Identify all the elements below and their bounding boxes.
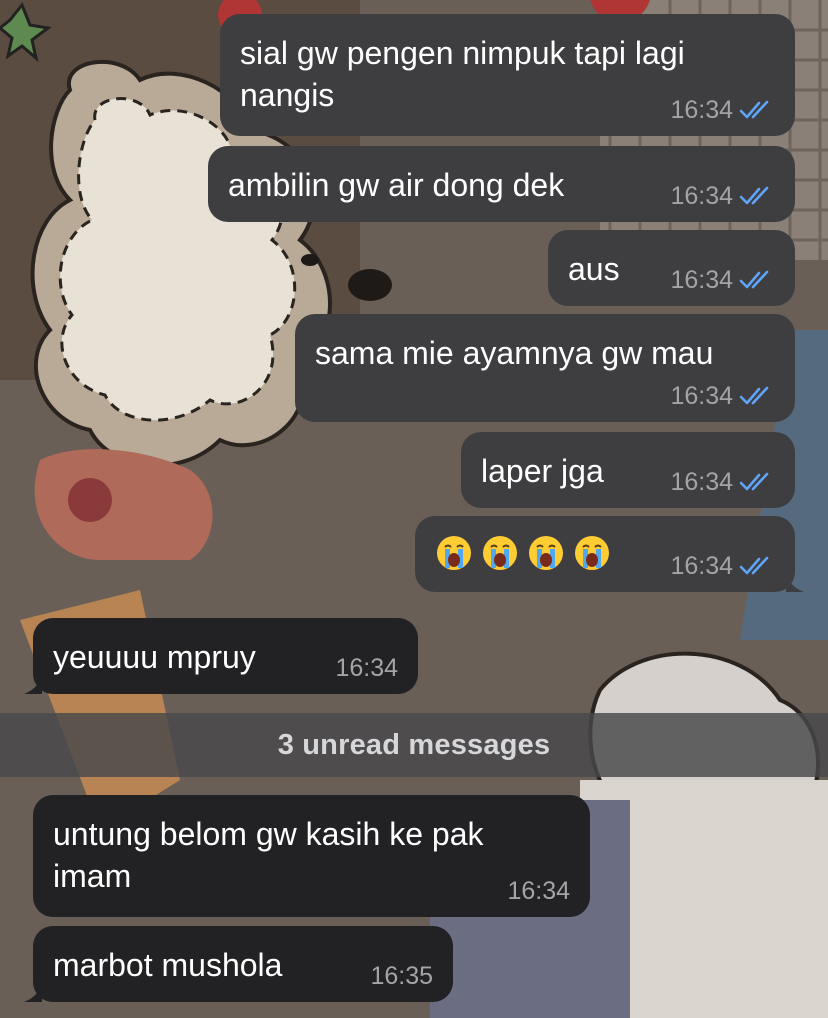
message-text-line: sama mie ayamnya gw mau	[315, 335, 714, 371]
message-text-line: imam	[53, 858, 132, 894]
bubble-tail	[24, 982, 42, 1002]
read-receipt-icon	[739, 472, 769, 491]
read-receipt-icon	[739, 386, 769, 405]
unread-messages-banner: 3 unread messages	[0, 713, 828, 777]
message-meta: 16:34	[507, 877, 570, 905]
outgoing-message[interactable]: ambilin gw air dong dek 16:34	[208, 146, 795, 222]
outgoing-emoji-message[interactable]: 16:34	[415, 516, 804, 592]
message-meta: 16:34	[670, 552, 775, 580]
crying-face-icon	[483, 536, 517, 570]
incoming-message[interactable]: yeuuuu mpruy 16:34	[24, 618, 418, 694]
read-receipt-icon	[739, 100, 769, 119]
crying-face-icon	[575, 536, 609, 570]
incoming-message[interactable]: marbot mushola 16:35	[24, 926, 453, 1002]
message-time: 16:34	[670, 182, 733, 210]
message-meta: 16:34	[670, 266, 775, 294]
message-time: 16:34	[335, 654, 398, 682]
message-time: 16:34	[670, 266, 733, 294]
outgoing-message[interactable]: laper jga 16:34	[461, 432, 795, 508]
message-time: 16:34	[670, 468, 733, 496]
bubble-tail	[24, 674, 42, 694]
message-meta: 16:34	[670, 468, 775, 496]
message-time: 16:34	[507, 877, 570, 905]
message-meta: 16:34	[670, 182, 775, 210]
unread-messages-label: 3 unread messages	[277, 728, 551, 761]
message-meta: 16:35	[370, 962, 433, 990]
chat-thread: sial gw pengen nimpuk tapi lagi nangis 1…	[0, 0, 828, 1018]
message-meta: 16:34	[670, 96, 775, 124]
read-receipt-icon	[739, 186, 769, 205]
message-time: 16:34	[670, 552, 733, 580]
read-receipt-icon	[739, 270, 769, 289]
message-time: 16:34	[670, 96, 733, 124]
crying-face-icon	[529, 536, 563, 570]
message-time: 16:35	[370, 962, 433, 990]
outgoing-message[interactable]: sial gw pengen nimpuk tapi lagi nangis 1…	[220, 14, 795, 136]
outgoing-message[interactable]: aus 16:34	[548, 230, 795, 306]
read-receipt-icon	[739, 556, 769, 575]
message-text-line: untung belom gw kasih ke pak	[53, 816, 484, 852]
message-meta: 16:34	[670, 382, 775, 410]
incoming-message[interactable]: untung belom gw kasih ke pak imam 16:34	[33, 795, 590, 917]
message-text-line: sial gw pengen nimpuk tapi lagi	[240, 35, 685, 71]
crying-face-icon	[437, 536, 471, 570]
bubble-tail	[786, 572, 804, 592]
message-time: 16:34	[670, 382, 733, 410]
outgoing-message[interactable]: sama mie ayamnya gw mau 16:34	[295, 314, 795, 422]
message-meta: 16:34	[335, 654, 398, 682]
